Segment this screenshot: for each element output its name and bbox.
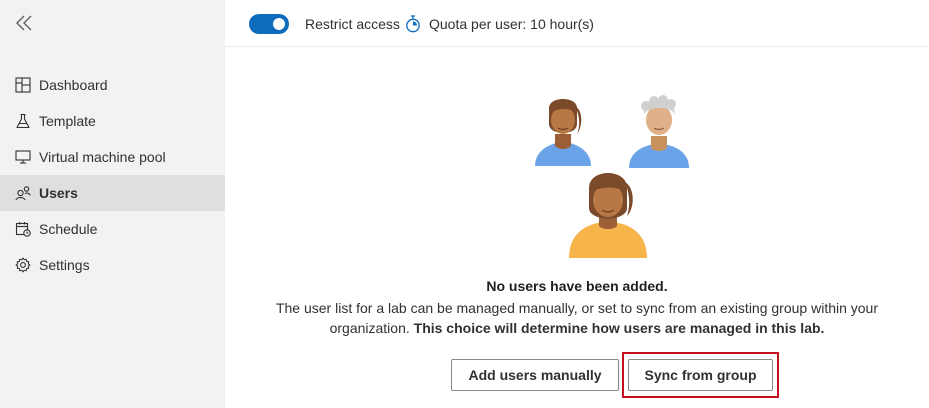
empty-state-description: The user list for a lab can be managed m… — [225, 298, 929, 338]
sidebar-item-label: Users — [39, 185, 78, 201]
add-users-manually-button[interactable]: Add users manually — [451, 359, 619, 391]
sidebar-item-users[interactable]: Users — [0, 175, 225, 211]
description-line-2: organization. This choice will determine… — [225, 318, 929, 338]
description-line-2-prefix: organization. — [329, 320, 410, 336]
sidebar: Dashboard Template Virtual machine pool — [0, 0, 225, 408]
quota-text: Quota per user: 10 hour(s) — [429, 16, 594, 32]
flask-icon — [14, 112, 32, 130]
sidebar-item-label: Schedule — [39, 221, 98, 237]
calendar-icon — [14, 220, 32, 238]
description-line-2-bold: This choice will determine how users are… — [413, 320, 825, 336]
stopwatch-icon — [405, 15, 421, 33]
dashboard-icon — [14, 76, 32, 94]
sidebar-nav: Dashboard Template Virtual machine pool — [0, 67, 225, 283]
sidebar-item-label: Virtual machine pool — [39, 149, 166, 165]
description-line-1: The user list for a lab can be managed m… — [275, 300, 879, 316]
restrict-access-label: Restrict access — [305, 16, 400, 32]
command-bar: Restrict access Quota per user: 10 hour(… — [225, 3, 929, 47]
empty-state-title: No users have been added. — [486, 278, 668, 294]
gear-icon — [14, 256, 32, 274]
sidebar-item-virtual-machine-pool[interactable]: Virtual machine pool — [0, 139, 225, 175]
sidebar-item-label: Dashboard — [39, 77, 108, 93]
restrict-access-toggle[interactable] — [249, 14, 289, 34]
toggle-knob — [273, 18, 285, 30]
sidebar-item-schedule[interactable]: Schedule — [0, 211, 225, 247]
double-chevron-left-icon[interactable] — [14, 12, 36, 34]
main-content: Restrict access Quota per user: 10 hour(… — [225, 0, 929, 408]
sidebar-item-template[interactable]: Template — [0, 103, 225, 139]
sidebar-item-dashboard[interactable]: Dashboard — [0, 67, 225, 103]
sidebar-item-settings[interactable]: Settings — [0, 247, 225, 283]
monitor-icon — [14, 148, 32, 166]
sidebar-item-label: Template — [39, 113, 96, 129]
sync-from-group-button[interactable]: Sync from group — [628, 359, 773, 391]
sidebar-item-label: Settings — [39, 257, 90, 273]
users-icon — [14, 184, 32, 202]
users-illustration — [525, 90, 695, 260]
